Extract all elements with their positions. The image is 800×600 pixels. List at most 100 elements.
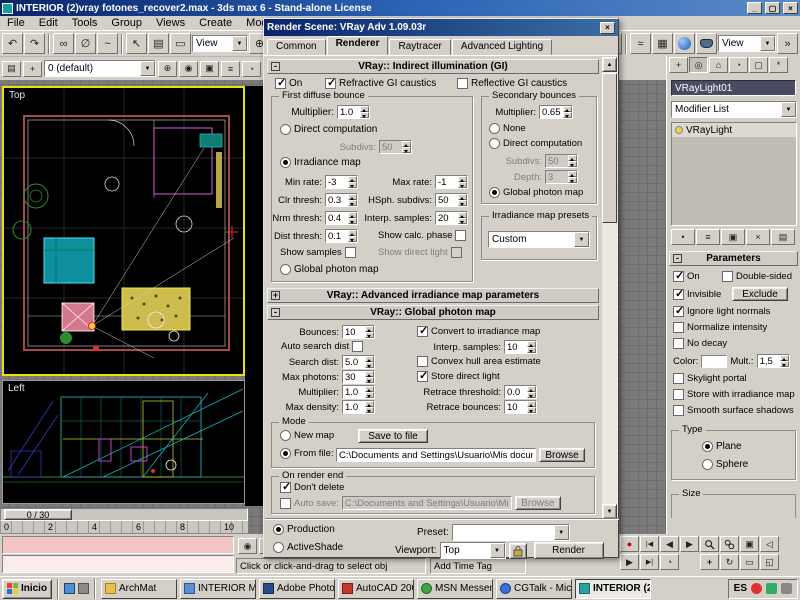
- menu-group[interactable]: Group: [104, 17, 149, 29]
- convert-irradiance-checkbox[interactable]: [417, 324, 428, 337]
- viewport-lock-icon[interactable]: [508, 542, 527, 559]
- tab-raytracer[interactable]: Raytracer: [389, 39, 451, 55]
- clr-thresh-field[interactable]: 0.3: [325, 193, 358, 207]
- retrace-threshold-field[interactable]: 0.0: [504, 385, 537, 399]
- auto-search-checkbox[interactable]: [352, 341, 364, 352]
- maxscript-listener-pink[interactable]: [2, 536, 234, 554]
- min-max-toggle-icon[interactable]: ◱: [760, 554, 779, 570]
- chevron-down-icon[interactable]: ▼: [781, 102, 796, 117]
- multiplier-field[interactable]: 1.0: [337, 105, 370, 119]
- double-sided-checkbox[interactable]: [722, 271, 733, 282]
- spin-down-icon[interactable]: [779, 361, 789, 367]
- type-plane-radio[interactable]: [702, 441, 713, 452]
- irradiance-map-radio[interactable]: [280, 157, 291, 168]
- selection-lock-icon[interactable]: ◉: [238, 538, 257, 554]
- remove-modifier-icon[interactable]: ×: [746, 229, 770, 245]
- irradiance-preset-dropdown[interactable]: Custom ▼: [488, 231, 590, 248]
- menu-file[interactable]: File: [0, 17, 32, 29]
- type-sphere-radio[interactable]: [702, 459, 713, 470]
- collapse-icon[interactable]: [673, 254, 682, 263]
- goto-start-icon[interactable]: |◀: [640, 536, 659, 552]
- refractive-caustics-checkbox[interactable]: [325, 76, 336, 89]
- add-selection-to-layer-icon[interactable]: ⊕: [158, 60, 177, 77]
- current-layer-dropdown[interactable]: 0 (default) ▼: [44, 60, 156, 77]
- stack-item-vraylight[interactable]: VRayLight: [672, 123, 796, 137]
- unlink-icon[interactable]: ∅: [75, 33, 96, 54]
- max-photons-field[interactable]: 30: [342, 370, 375, 384]
- hide-layer-icon[interactable]: ◔: [242, 60, 261, 77]
- from-file-radio[interactable]: [280, 448, 291, 459]
- menu-tools[interactable]: Tools: [65, 17, 105, 29]
- mult-field[interactable]: 1,5: [756, 354, 790, 368]
- normalize-intensity-checkbox[interactable]: [673, 322, 684, 333]
- tab-advanced-lighting[interactable]: Advanced Lighting: [451, 39, 553, 55]
- production-radio[interactable]: [273, 524, 284, 535]
- menu-views[interactable]: Views: [149, 17, 192, 29]
- show-end-result-icon[interactable]: ≡: [696, 229, 720, 245]
- gi-on-checkbox[interactable]: [275, 76, 286, 89]
- expand-icon[interactable]: [271, 291, 280, 300]
- store-direct-checkbox[interactable]: [417, 369, 428, 382]
- max-rate-field[interactable]: -1: [435, 175, 468, 189]
- render-button[interactable]: Render: [533, 542, 604, 559]
- select-object-icon[interactable]: ↖: [126, 33, 147, 54]
- photon-map-rollout-header[interactable]: VRay:: Global photon map: [267, 305, 599, 320]
- time-slider-handle[interactable]: 0 / 30: [4, 509, 72, 520]
- quick-launch-icon[interactable]: [78, 583, 89, 594]
- tab-common[interactable]: Common: [267, 39, 326, 55]
- minimize-button[interactable]: _: [747, 2, 762, 14]
- taskbar-button-autocad[interactable]: AutoCAD 2005...: [338, 578, 414, 599]
- show-calc-checkbox[interactable]: [455, 230, 467, 241]
- collapse-icon[interactable]: [271, 62, 280, 71]
- direct-computation-radio[interactable]: [280, 124, 291, 135]
- zoom-extents-icon[interactable]: ▣: [740, 536, 759, 552]
- set-key-icon[interactable]: ●: [620, 536, 639, 552]
- chevron-down-icon[interactable]: ▼: [760, 36, 775, 51]
- scroll-up-icon[interactable]: ▲: [602, 57, 617, 72]
- motion-tab-icon[interactable]: ◔: [729, 57, 748, 73]
- max-density-field[interactable]: 1.0: [342, 400, 375, 414]
- bind-spacewarp-icon[interactable]: ~: [97, 33, 118, 54]
- show-samples-checkbox[interactable]: [344, 247, 356, 258]
- chevron-down-icon[interactable]: ▼: [553, 525, 569, 540]
- time-configuration-icon[interactable]: ◔: [660, 554, 679, 570]
- pan-icon[interactable]: +: [700, 554, 719, 570]
- set-current-layer-icon[interactable]: ▣: [200, 60, 219, 77]
- sec-global-photon-radio[interactable]: [489, 187, 500, 198]
- browse-button[interactable]: Browse: [539, 448, 585, 462]
- utilities-tab-icon[interactable]: *: [769, 57, 788, 73]
- play-animation-icon[interactable]: ▶: [680, 536, 699, 552]
- taskbar-button-photoshop[interactable]: Adobe Photosh...: [259, 578, 335, 599]
- track-bar[interactable]: 0 2 4 6 8 10: [0, 521, 248, 534]
- material-editor-icon[interactable]: [674, 33, 695, 54]
- skylight-portal-checkbox[interactable]: [673, 373, 684, 384]
- collapse-icon[interactable]: [271, 308, 280, 317]
- new-map-radio[interactable]: [280, 430, 291, 441]
- exclude-button[interactable]: Exclude: [732, 287, 788, 301]
- curve-editor-icon[interactable]: ≈: [630, 33, 651, 54]
- preset-dropdown[interactable]: ▼: [451, 524, 570, 541]
- quick-launch-icon[interactable]: [64, 583, 75, 594]
- taskbar-button-msn[interactable]: MSN Messenger: [417, 578, 493, 599]
- scroll-down-icon[interactable]: ▼: [602, 504, 617, 519]
- configure-modifier-sets-icon[interactable]: ▤: [771, 229, 795, 245]
- smooth-shadows-checkbox[interactable]: [673, 405, 684, 416]
- quick-render-icon[interactable]: »: [777, 33, 798, 54]
- photon-file-path-field[interactable]: C:\Documents and Settings\Usuario\Mis do…: [336, 448, 536, 462]
- start-button[interactable]: Inicio: [2, 578, 52, 599]
- min-rate-field[interactable]: -3: [325, 175, 358, 189]
- viewport-top-label[interactable]: Top: [9, 90, 25, 101]
- taskbar-button-archmat[interactable]: ArchMat: [101, 578, 177, 599]
- goto-end-icon[interactable]: ▶|: [640, 554, 659, 570]
- time-slider-track[interactable]: 0 / 30: [0, 508, 248, 521]
- hierarchy-tab-icon[interactable]: ⌂: [709, 57, 728, 73]
- sec-direct-radio[interactable]: [489, 138, 500, 149]
- object-name-field[interactable]: VRayLight01: [671, 80, 796, 96]
- light-color-swatch[interactable]: [701, 354, 728, 368]
- new-layer-icon[interactable]: +: [23, 60, 42, 77]
- chevron-down-icon[interactable]: ▼: [232, 36, 247, 51]
- sec-multiplier-field[interactable]: 0.65: [539, 105, 573, 119]
- zoom-all-icon[interactable]: [720, 536, 739, 552]
- dialog-scrollbar[interactable]: ▲ ▼: [602, 57, 618, 519]
- modify-tab-icon[interactable]: ◎: [689, 57, 708, 73]
